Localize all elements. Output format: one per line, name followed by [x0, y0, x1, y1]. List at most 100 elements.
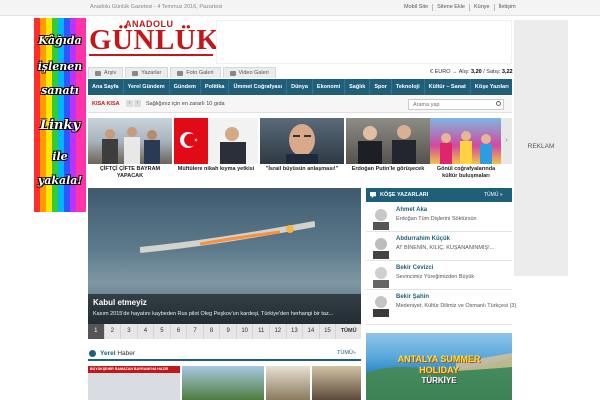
culture-event-photo: [440, 131, 492, 164]
slider-page-button[interactable]: 2: [105, 324, 122, 339]
farmers-photo: [102, 127, 160, 164]
kunye-link[interactable]: Künye: [470, 4, 495, 11]
columnist-name[interactable]: Bekir Şahin: [396, 294, 429, 300]
nav-saglik[interactable]: Sağlık: [345, 79, 371, 95]
left-ad-line: Linky: [39, 118, 81, 133]
yerel-haber-title: Yerel Haber: [100, 350, 136, 357]
ticker-headline[interactable]: Sağlığınız için en zararlı 10 gıda: [146, 101, 225, 107]
slider-page-button[interactable]: 13: [287, 324, 304, 339]
columnist-photo: [370, 264, 392, 288]
tab-foto-galeri[interactable]: Foto Galeri: [170, 67, 221, 78]
archive-icon: [95, 70, 101, 76]
headline-thumb[interactable]: [260, 118, 344, 164]
slider-pager: 1 2 3 4 5 6 7 8 9 10 11 12 13 14 15 TÜMÜ: [88, 324, 361, 339]
ticker-prev-button[interactable]: ‹: [126, 100, 133, 107]
columnist-article[interactable]: Erdoğan Tüm Dişlerini Söktürsün: [396, 216, 477, 222]
slide-summary[interactable]: Kasım 2015'de hayatını kaybeden Rus pilo…: [93, 311, 333, 317]
headline-caption[interactable]: ÇİFTÇİ ÇİFTE BAYRAM YAPACAK: [88, 166, 172, 180]
nav-dunya[interactable]: Dünya: [287, 79, 313, 95]
logo-underline: [89, 54, 213, 56]
columnist-name[interactable]: Abdurrahim Küçük: [396, 236, 450, 242]
slider-all-button[interactable]: TÜMÜ: [336, 324, 361, 339]
ticker-next-button[interactable]: ›: [134, 100, 141, 107]
slider-page-button[interactable]: 3: [121, 324, 138, 339]
nav-ana-sayfa[interactable]: Ana Sayfa: [88, 79, 124, 95]
camera-icon: [177, 70, 184, 76]
columnist-item[interactable]: Ahmet Aka Erdoğan Tüm Dişlerini Söktürsü…: [366, 204, 512, 232]
slider-page-button[interactable]: 1: [88, 324, 105, 339]
top-ad-slot[interactable]: [216, 20, 512, 64]
tab-arsiv[interactable]: Arşiv: [88, 67, 124, 78]
top-links: Mobil Site Sitene Ekle Künye İletişim: [400, 4, 520, 11]
columnists-all-link[interactable]: TÜMÜ »: [484, 192, 503, 198]
nav-gundem[interactable]: Gündem: [170, 79, 201, 95]
location-icon: [89, 350, 96, 357]
add-to-site-link[interactable]: Sitene Ekle: [433, 4, 470, 11]
columnist-item[interactable]: Abdurrahim Küçük AT BİNENİN, KILIÇ, KUŞA…: [366, 233, 512, 261]
slider-page-button[interactable]: 5: [154, 324, 171, 339]
headline-caption[interactable]: Müftülere nikah kıyma yetkisi: [174, 166, 258, 173]
nav-politika[interactable]: Politika: [201, 79, 230, 95]
ticker-arrows: ‹ ›: [126, 100, 141, 107]
yerel-all-link[interactable]: TÜMÜ»: [337, 350, 356, 356]
nav-spor[interactable]: Spor: [370, 79, 392, 95]
antalya-ad-subtitle: HOLIDAY: [419, 365, 459, 375]
slider-page-button[interactable]: 6: [171, 324, 188, 339]
slider-page-button[interactable]: 10: [237, 324, 254, 339]
headline-caption[interactable]: "İsrail büyüsün anlaşması!": [260, 166, 344, 173]
headline-caption[interactable]: Erdoğan Putin'le görüşecek: [346, 166, 430, 173]
columnist-article[interactable]: Medeniyet, Kültür Dilimiz ve Osmanlı Tür…: [396, 303, 516, 309]
headline-thumb[interactable]: [430, 118, 501, 164]
tab-video-galeri[interactable]: Video Galeri: [222, 67, 276, 78]
currency-rate: € EURO → Alış: 3,20 / Satış: 3,22: [430, 69, 513, 75]
chevron-right-icon[interactable]: ›: [501, 118, 512, 164]
nav-kultur-sanat[interactable]: Kültür – Sanat: [425, 79, 471, 95]
slider-page-button[interactable]: 12: [270, 324, 287, 339]
search-input[interactable]: [408, 99, 504, 110]
nav-yerel-gundem[interactable]: Yerel Gündem: [124, 79, 170, 95]
logo-gunluk[interactable]: GÜNLÜK: [89, 26, 219, 55]
headline-thumb[interactable]: [346, 118, 430, 164]
antalya-ad-title: ANTALYA SUMMER: [397, 354, 481, 364]
columnist-item[interactable]: Bekir Cevizci Sevincimiz Yüreğimizden Bü…: [366, 262, 512, 290]
video-icon: [229, 70, 236, 76]
local-news-thumb[interactable]: [266, 366, 310, 400]
slide-title[interactable]: Kabul etmeyiz: [93, 298, 147, 307]
mobile-site-link[interactable]: Mobil Site: [400, 4, 434, 11]
contact-link[interactable]: İletişim: [495, 4, 520, 11]
slider-page-button[interactable]: 7: [187, 324, 204, 339]
nav-teknoloji[interactable]: Teknoloji: [392, 79, 425, 95]
local-news-thumb[interactable]: [312, 366, 361, 400]
local-news-thumb[interactable]: [182, 366, 264, 400]
turkish-flag-photo: [174, 118, 246, 164]
nav-ummet-cografyasi[interactable]: Ümmet Coğrafyası: [229, 79, 288, 95]
nav-ekonomi[interactable]: Ekonomi: [313, 79, 346, 95]
antalya-ad-country: TÜRKİYE: [421, 376, 457, 385]
left-ad-line: işlenen: [37, 60, 83, 73]
slider-page-button[interactable]: 14: [303, 324, 320, 339]
main-nav: Ana Sayfa Yerel Gündem Gündem Politika Ü…: [88, 79, 512, 95]
left-ad-banner[interactable]: Kâğıda işlenen sanatı Linky ile yakala!: [34, 18, 86, 212]
slider-page-button[interactable]: 15: [320, 324, 337, 339]
columnist-name[interactable]: Ahmet Aka: [396, 207, 427, 213]
columnist-article[interactable]: AT BİNENİN, KILIÇ, KUŞANANINMIŞ!...: [396, 245, 494, 251]
section-tabs: Arşiv Yazarlar Foto Galeri Video Galeri: [88, 67, 276, 78]
headline-thumb[interactable]: [174, 118, 258, 164]
headline-thumb[interactable]: [88, 118, 172, 164]
left-ad-line: yakala!: [37, 174, 83, 187]
leaders-photo: [358, 125, 416, 164]
left-ad-line: Kâğıda: [38, 34, 82, 47]
headline-caption[interactable]: Gönül coğrafyalarında kültür buluşmaları: [430, 166, 502, 180]
columnist-name[interactable]: Bekir Cevizci: [396, 265, 433, 271]
slider-page-button[interactable]: 9: [220, 324, 237, 339]
slider-page-button[interactable]: 8: [204, 324, 221, 339]
tab-yazarlar[interactable]: Yazarlar: [125, 67, 169, 78]
nav-kose-yazilari[interactable]: Köşe Yazıları: [471, 79, 513, 95]
jet-smoke-trail: [140, 221, 315, 253]
slider-page-button[interactable]: 4: [138, 324, 155, 339]
search-icon[interactable]: [496, 101, 501, 106]
columnist-item[interactable]: Bekir Şahin Medeniyet, Kültür Dilimiz ve…: [366, 291, 516, 325]
columnist-article[interactable]: Sevincimiz Yüreğimizden Büyük: [396, 274, 474, 280]
slider-page-button[interactable]: 11: [253, 324, 271, 339]
local-news-thumb[interactable]: BÜYÜKŞEHİR RAMAZAN BAYRAMI'NA HAZIR: [88, 366, 180, 400]
